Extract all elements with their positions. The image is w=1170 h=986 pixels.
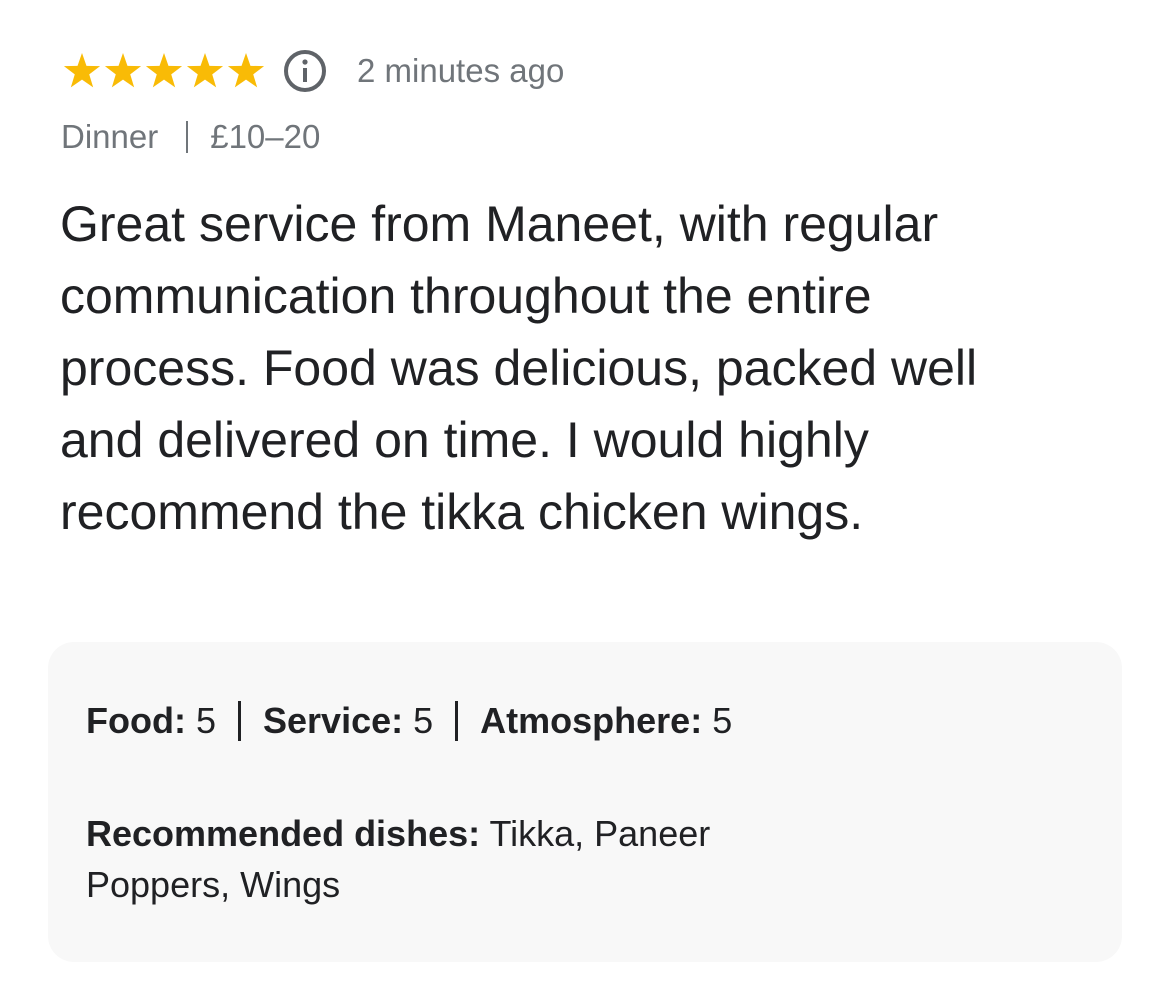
score-atmosphere-value: 5 [712,700,733,741]
score-atmosphere: Atmosphere: 5 [480,700,732,742]
star-icon [227,53,265,88]
star-icon [104,53,142,88]
review-meta: Dinner £10–20 [61,118,320,156]
score-service-label: Service: [263,700,404,741]
price-range: £10–20 [210,118,321,155]
recommended-dishes-label: Recommended dishes: [86,813,481,854]
score-divider [455,701,459,741]
score-service: Service: 5 [263,700,433,742]
review-details-card: Food: 5 Service: 5 Atmosphere: 5 Recomme… [48,642,1122,962]
meta-divider [186,121,189,153]
star-icon [186,53,224,88]
score-divider [238,701,241,741]
star-rating [62,51,267,91]
score-service-value: 5 [413,700,434,741]
score-food: Food: 5 [86,700,216,742]
review-card: 2 minutes ago Dinner £10–20 Great servic… [0,0,1170,986]
info-icon[interactable] [283,49,327,93]
meal-type: Dinner [61,118,159,155]
review-time: 2 minutes ago [357,52,565,89]
score-food-label: Food: [86,700,186,741]
scores-row: Food: 5 Service: 5 Atmosphere: 5 [86,700,732,742]
score-atmosphere-label: Atmosphere: [480,700,703,741]
star-icon [63,53,101,88]
score-food-value: 5 [195,700,216,741]
star-icon [145,53,183,88]
review-text: Great service from Maneet, with regular … [60,196,978,540]
rating-row: 2 minutes ago [62,48,564,94]
recommended-dishes: Recommended dishes: Tikka, Paneer Popper… [86,808,846,910]
